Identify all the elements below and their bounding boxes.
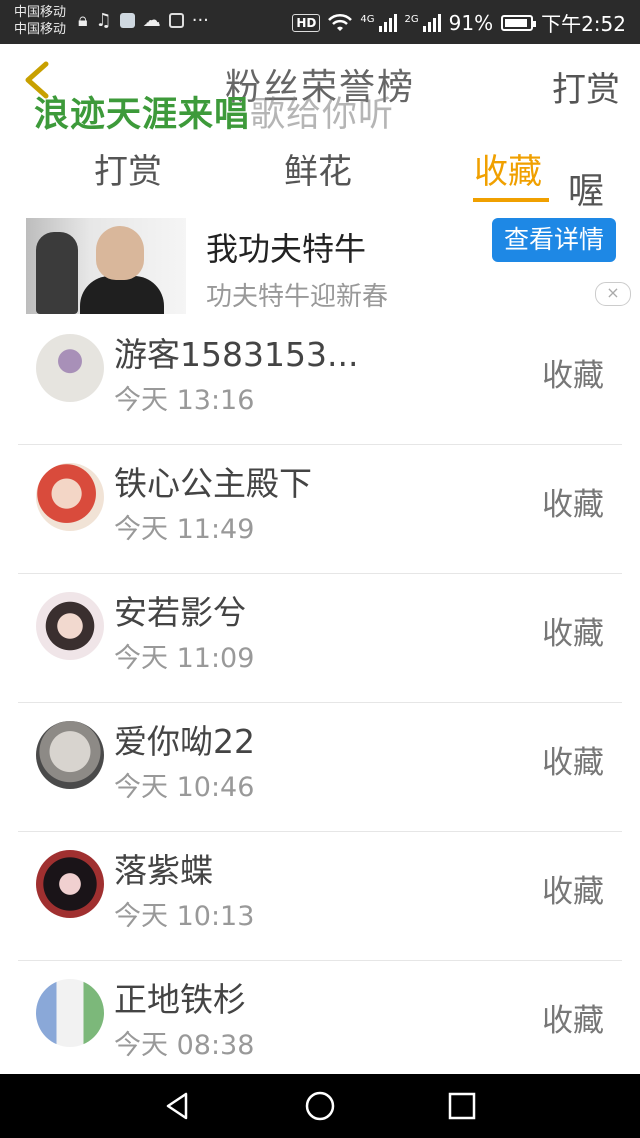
- active-tab-indicator: [473, 198, 549, 202]
- user-time: 今天 11:09: [114, 643, 255, 674]
- user-time: 今天 13:16: [114, 385, 255, 416]
- avatar[interactable]: [36, 334, 104, 402]
- ad-title: 我功夫特牛: [206, 230, 367, 268]
- user-name: 爱你呦22: [114, 722, 255, 761]
- list-item[interactable]: 正地铁杉 今天 08:38 收藏: [0, 961, 640, 1090]
- action-label: 收藏: [542, 874, 604, 910]
- clock: 下午2:52: [541, 12, 626, 36]
- app-badge-icon: [168, 13, 184, 28]
- avatar[interactable]: [36, 463, 104, 531]
- action-label: 收藏: [542, 616, 604, 652]
- lock-icon: 🔒︎: [78, 10, 88, 31]
- battery-icon: [501, 14, 537, 31]
- battery-percent: 91%: [448, 10, 494, 35]
- wifi-icon: [328, 13, 353, 31]
- list-item[interactable]: 落紫蝶 今天 10:13 收藏: [0, 832, 640, 961]
- user-name: 正地铁杉: [114, 980, 246, 1019]
- status-bar: 中国移动 中国移动 🔒︎ ♫ ☁ ··· HD 4G 2G 91% 下午2:52: [0, 0, 640, 44]
- user-name: 安若影兮: [114, 593, 246, 632]
- notification-icons: 🔒︎ ♫ ☁ ···: [78, 10, 209, 31]
- nav-back-icon[interactable]: [162, 1090, 194, 1122]
- tab-flowers[interactable]: 鲜花: [284, 144, 352, 193]
- user-time: 今天 11:49: [114, 514, 255, 545]
- ad-subtitle: 功夫特牛迎新春: [206, 282, 389, 312]
- nav-home-icon[interactable]: [304, 1090, 336, 1122]
- user-name: 游客1583153...: [114, 335, 359, 374]
- avatar[interactable]: [36, 850, 104, 918]
- carrier-1: 中国移动: [14, 5, 67, 20]
- more-icon: ···: [191, 10, 209, 31]
- wechat-icon: ☁: [142, 10, 161, 31]
- signal-icon-1: 4G: [360, 13, 397, 32]
- tab-reward[interactable]: 打赏: [94, 144, 162, 193]
- reward-button[interactable]: 打赏: [552, 62, 620, 111]
- action-label: 收藏: [542, 1003, 604, 1039]
- overlay-caption-bold: 浪迹天涯来唱: [34, 95, 251, 135]
- list-item[interactable]: 安若影兮 今天 11:09 收藏: [0, 574, 640, 703]
- system-nav-bar: [0, 1074, 640, 1138]
- ad-image[interactable]: [26, 218, 186, 314]
- tab-favorites[interactable]: 收藏: [474, 144, 542, 193]
- user-name: 落紫蝶: [114, 851, 213, 890]
- user-time: 今天 10:13: [114, 901, 255, 932]
- network-type-2: 2G: [404, 13, 419, 25]
- avatar[interactable]: [36, 979, 104, 1047]
- app-notification-icon: [119, 13, 135, 28]
- signal-icon-2: 2G: [404, 13, 441, 32]
- list-item[interactable]: 铁心公主殿下 今天 11:49 收藏: [0, 445, 640, 574]
- view-details-button[interactable]: 查看详情: [492, 218, 616, 262]
- avatar[interactable]: [36, 721, 104, 789]
- carrier-2: 中国移动: [14, 22, 67, 37]
- action-label: 收藏: [542, 487, 604, 523]
- avatar[interactable]: [36, 592, 104, 660]
- carrier-labels: 中国移动 中国移动: [14, 4, 66, 38]
- hd-icon: HD: [292, 13, 321, 32]
- list-item[interactable]: 游客1583153... 今天 13:16 收藏: [0, 316, 640, 445]
- fan-list: 游客1583153... 今天 13:16 收藏 铁心公主殿下 今天 11:49…: [0, 316, 640, 1090]
- user-time: 今天 10:46: [114, 772, 255, 803]
- ad-banner[interactable]: 我功夫特牛 功夫特牛迎新春 查看详情 ×: [0, 208, 640, 316]
- network-type-1: 4G: [360, 13, 375, 25]
- action-label: 收藏: [542, 358, 604, 394]
- user-time: 今天 08:38: [114, 1030, 255, 1061]
- user-name: 铁心公主殿下: [114, 464, 312, 503]
- music-icon: ♫: [95, 10, 112, 31]
- overlay-side-char: 喔: [568, 171, 605, 212]
- list-item[interactable]: 爱你呦22 今天 10:46 收藏: [0, 703, 640, 832]
- overlay-caption-faded: 歌给你听: [250, 95, 395, 135]
- overlay-caption: 浪迹天涯来唱歌给你听: [34, 86, 394, 137]
- nav-recents-icon[interactable]: [446, 1090, 478, 1122]
- ad-close-icon[interactable]: ×: [595, 282, 631, 306]
- action-label: 收藏: [542, 745, 604, 781]
- system-icons: HD 4G 2G 91% 下午2:52: [292, 8, 626, 37]
